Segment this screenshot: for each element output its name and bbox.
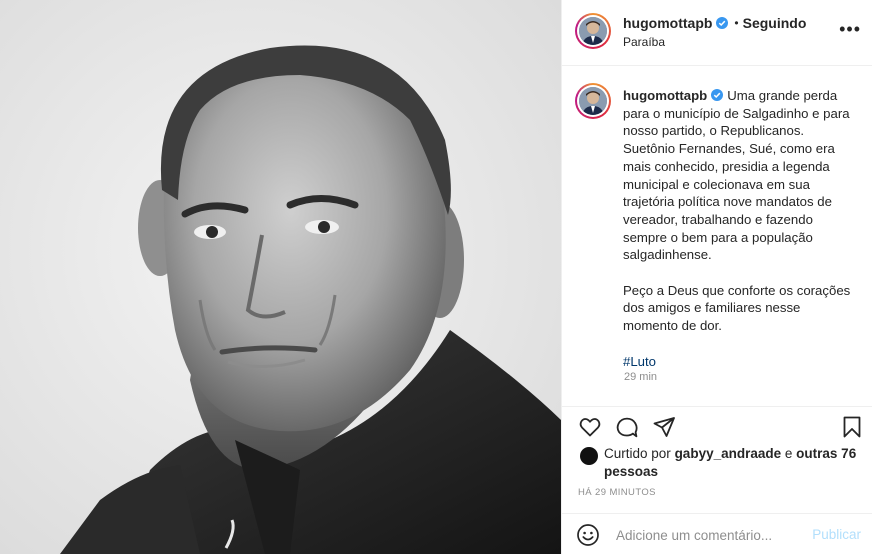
verified-badge-icon (711, 89, 724, 101)
caption-paragraph-2: Peço a Deus que conforte os corações dos… (623, 282, 851, 334)
emoji-icon[interactable] (576, 523, 600, 547)
avatar[interactable] (575, 13, 611, 49)
likes-conjunction: e (784, 446, 793, 461)
more-options-icon[interactable]: ••• (839, 20, 861, 38)
caption-section: hugomottapb Uma grande perda para o munic… (562, 66, 872, 406)
heart-icon[interactable] (578, 415, 602, 439)
bookmark-icon[interactable] (840, 415, 864, 439)
header-user-line: hugomottapb • Seguindo (623, 15, 806, 31)
avatar-image (579, 87, 607, 115)
hashtag-link[interactable]: #Luto (623, 353, 855, 371)
username-link[interactable]: hugomottapb (623, 15, 712, 31)
likes-text: Curtido por gabyy_andraade e outras 76 p… (604, 445, 872, 481)
publish-button[interactable]: Publicar (812, 527, 861, 542)
action-bar (562, 406, 872, 446)
location-link[interactable]: Paraíba (623, 35, 665, 49)
verified-badge-icon (716, 17, 729, 29)
caption-paragraph-1: Uma grande perda para o município de Sal… (623, 88, 850, 263)
comment-bar: Publicar (562, 513, 872, 554)
post-photo[interactable] (0, 0, 561, 554)
caption-avatar[interactable] (575, 83, 611, 119)
avatar-image (579, 17, 607, 45)
comment-input[interactable] (616, 524, 806, 546)
share-icon[interactable] (652, 415, 676, 439)
portrait-image (0, 0, 561, 554)
comment-icon[interactable] (615, 415, 639, 439)
liker-avatar[interactable] (580, 447, 598, 465)
caption-username[interactable]: hugomottapb (623, 88, 707, 103)
post-timestamp[interactable]: HÁ 29 MINUTOS (578, 487, 656, 498)
post-sidebar: hugomottapb • Seguindo Paraíba ••• hugom… (561, 0, 872, 554)
likes-prefix: Curtido por (604, 446, 671, 461)
post-header: hugomottapb • Seguindo Paraíba ••• (562, 0, 872, 66)
caption-timestamp: 29 min (624, 371, 658, 383)
caption-text: hugomottapb Uma grande perda para o munic… (623, 87, 855, 370)
liker-username-link[interactable]: gabyy_andraade (675, 446, 782, 461)
separator-dot: • (734, 16, 739, 30)
following-button[interactable]: Seguindo (743, 15, 807, 31)
